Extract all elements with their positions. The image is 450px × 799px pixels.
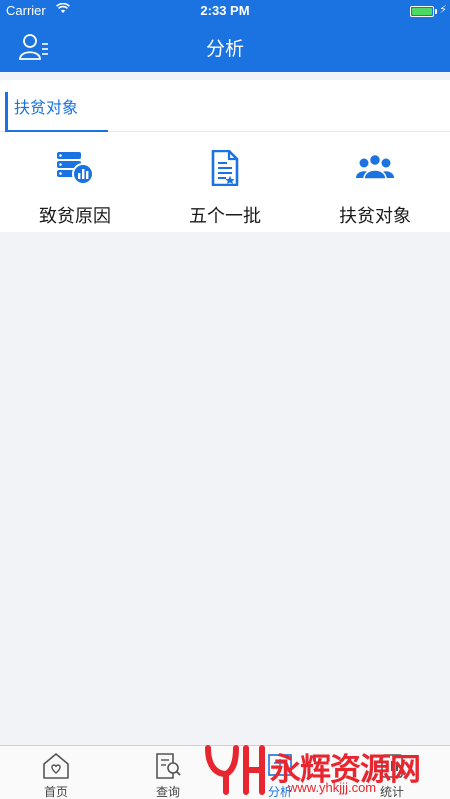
watermark: 永辉资源网 www.yhkjjj.com [200, 740, 450, 799]
watermark-logo [205, 745, 265, 795]
watermark-url: www.yhkjjj.com [288, 780, 377, 795]
group-icon [356, 153, 394, 180]
section-header: 扶贫对象 [0, 80, 450, 132]
menu-poverty-causes[interactable]: 致贫原因 [0, 132, 150, 232]
charging-icon: ⚡ [439, 3, 447, 16]
nav-bar: 分析 [0, 22, 450, 72]
tab-label: 首页 [43, 785, 68, 799]
analysis-section: 扶贫对象 致贫原因 五个一批 扶贫对象 [0, 80, 450, 232]
menu-label: 扶贫对象 [339, 206, 411, 227]
document-icon [211, 150, 239, 186]
analysis-menu: 致贫原因 五个一批 扶贫对象 [0, 132, 450, 232]
home-heart-icon [43, 753, 69, 779]
search-doc-icon [156, 753, 181, 779]
battery-icon [410, 6, 434, 17]
page-title: 分析 [205, 38, 244, 60]
tab-home[interactable]: 首页 [0, 746, 112, 799]
database-chart-icon [57, 152, 94, 185]
menu-label: 致贫原因 [39, 206, 111, 227]
tab-label: 扶贫对象 [14, 98, 79, 117]
menu-poverty-targets[interactable]: 扶贫对象 [300, 132, 450, 232]
clock: 2:33 PM [200, 3, 250, 18]
status-bar: Carrier 2:33 PM ⚡ [0, 0, 450, 22]
menu-five-batches[interactable]: 五个一批 [150, 132, 300, 232]
tab-poverty-targets[interactable]: 扶贫对象 [5, 92, 108, 132]
menu-label: 五个一批 [189, 206, 261, 227]
